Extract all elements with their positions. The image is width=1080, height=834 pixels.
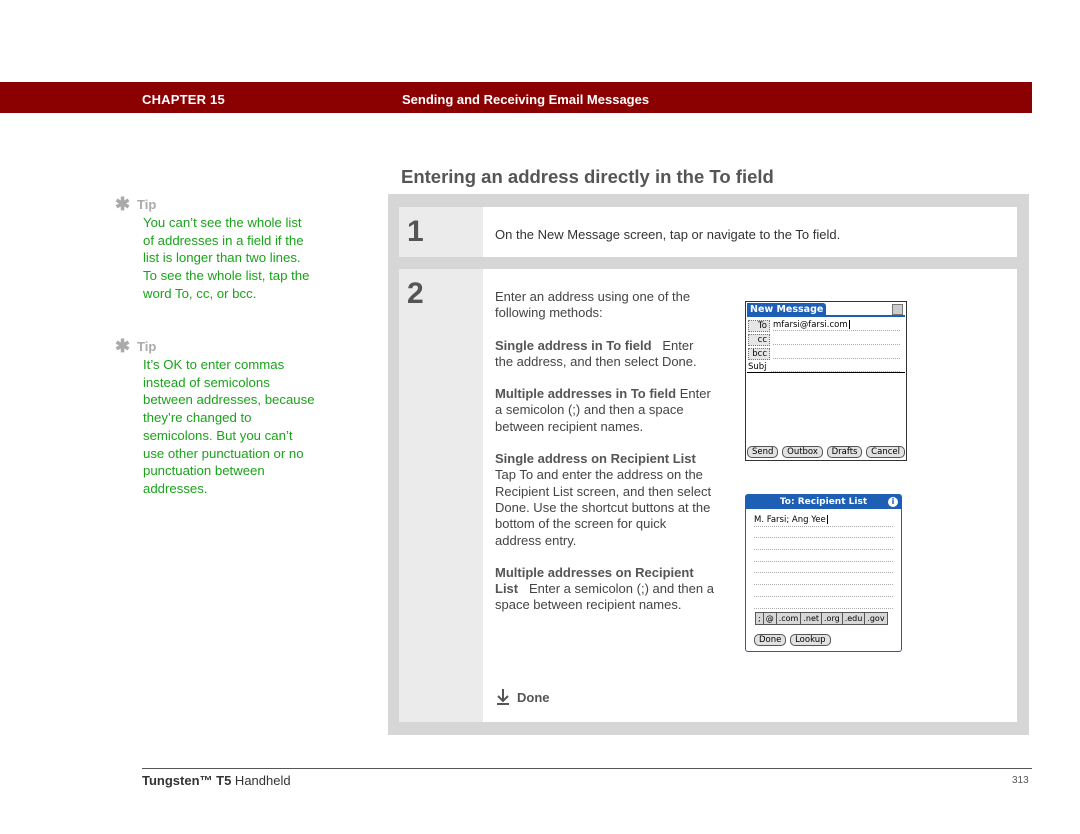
step-number-column: 2	[399, 269, 483, 722]
down-arrow-done-icon	[497, 689, 509, 705]
done-label: Done	[517, 689, 550, 705]
step-body: Enter an address using one of the follow…	[495, 289, 715, 630]
method-text: Enter a semicolon (;) and then a space b…	[495, 581, 714, 613]
recipient-line	[754, 538, 893, 551]
product-name: Tungsten™ T5	[142, 773, 232, 788]
step-number: 1	[407, 215, 424, 248]
bcc-field-row: bcc	[748, 347, 900, 360]
step-text: On the New Message screen, tap or naviga…	[495, 227, 841, 242]
recipient-line: M. Farsi; Ang Yee	[754, 515, 893, 527]
method-text: Tap To and enter the address on the Reci…	[495, 467, 712, 548]
to-label: To	[748, 319, 770, 332]
step-1: 1 On the New Message screen, tap or navi…	[399, 207, 1017, 257]
bcc-label: bcc	[748, 347, 770, 360]
chapter-label: CHAPTER 15	[142, 92, 225, 107]
tip-box: ✱ Tip You can’t see the whole list of add…	[115, 194, 316, 303]
cancel-button: Cancel	[866, 446, 905, 458]
shortcut-net: .net	[801, 613, 823, 624]
recipient-line	[754, 527, 893, 539]
tip-label: Tip	[137, 196, 157, 212]
step-number: 2	[407, 277, 424, 310]
recipient-list-screenshot: To: Recipient List i M. Farsi; Ang Yee ;…	[745, 494, 902, 652]
recipient-line	[754, 585, 893, 597]
to-value: mfarsi@farsi.com	[773, 320, 900, 331]
subj-value	[771, 361, 900, 372]
footer-product: Tungsten™ T5 Handheld	[142, 773, 291, 788]
cc-value	[773, 334, 900, 345]
shortcut-com: .com	[777, 613, 802, 624]
product-suffix: Handheld	[231, 773, 291, 788]
method-item: Single address in To field Enter the add…	[495, 338, 715, 371]
shortcut-edu: .edu	[843, 613, 866, 624]
body-separator	[747, 372, 905, 373]
recipient-value: M. Farsi; Ang Yee	[754, 515, 826, 525]
footer-divider	[142, 768, 1032, 769]
recipient-lines: M. Farsi; Ang Yee	[754, 515, 893, 609]
recipient-line	[754, 562, 893, 574]
tip-label: Tip	[137, 338, 157, 354]
done-button: Done	[754, 634, 787, 646]
step-number-column: 1	[399, 207, 483, 257]
tip-text: You can’t see the whole list of addresse…	[143, 215, 310, 301]
done-indicator: Done	[495, 688, 550, 706]
method-item: Multiple addresses in To field Enter a s…	[495, 386, 715, 435]
button-row: Send Outbox Drafts Cancel	[747, 446, 906, 458]
shortcut-at: @	[764, 613, 777, 624]
method-item: Multiple addresses on Recipient List Ent…	[495, 565, 715, 614]
recipient-line	[754, 597, 893, 609]
method-title: Single address on Recipient List	[495, 451, 696, 467]
send-button: Send	[747, 446, 779, 458]
lookup-button: Lookup	[790, 634, 831, 646]
step-intro: Enter an address using one of the follow…	[495, 289, 691, 321]
method-title: Single address in To field	[495, 337, 652, 353]
shortcut-semicolon: ;	[756, 613, 764, 624]
cc-field-row: cc	[748, 333, 900, 346]
cc-label: cc	[748, 333, 770, 346]
shortcut-gov: .gov	[867, 614, 885, 623]
tip-box: ✱ Tip It’s OK to enter commas instead of …	[115, 336, 316, 498]
bcc-value	[773, 348, 900, 359]
drafts-button: Drafts	[826, 446, 863, 458]
method-title: Multiple addresses in To field	[495, 386, 677, 402]
to-field-row: To mfarsi@farsi.com	[748, 319, 900, 332]
text-cursor	[848, 320, 850, 329]
method-item: Single address on Recipient List Tap To …	[495, 451, 715, 549]
button-row: Done Lookup	[754, 634, 832, 646]
subj-label: Subj	[748, 361, 767, 372]
page-number: 313	[1012, 775, 1029, 786]
outbox-button: Outbox	[782, 446, 823, 458]
asterisk-icon: ✱	[115, 336, 131, 356]
asterisk-icon: ✱	[115, 194, 131, 214]
to-value-text: mfarsi@farsi.com	[773, 320, 848, 330]
section-title: Entering an address directly in the To f…	[401, 166, 774, 187]
screen-title: To: Recipient List	[746, 495, 901, 509]
title-underline	[747, 315, 905, 317]
recipient-line	[754, 550, 893, 562]
recipient-line	[754, 573, 893, 586]
shortcut-org: .org	[822, 613, 843, 624]
step-2: 2 Enter an address using one of the foll…	[399, 269, 1017, 722]
menu-icon	[892, 304, 903, 315]
tip-text: It’s OK to enter commas instead of semic…	[143, 357, 315, 496]
new-message-screenshot: New Message To mfarsi@farsi.com cc bcc S…	[745, 301, 907, 461]
info-icon: i	[888, 497, 898, 507]
chapter-title: Sending and Receiving Email Messages	[402, 92, 650, 107]
text-cursor	[826, 515, 828, 524]
chapter-header-bar: CHAPTER 15 Sending and Receiving Email M…	[0, 82, 1032, 113]
shortcut-bar: ; @ .com .net .org .edu .gov	[755, 612, 888, 625]
